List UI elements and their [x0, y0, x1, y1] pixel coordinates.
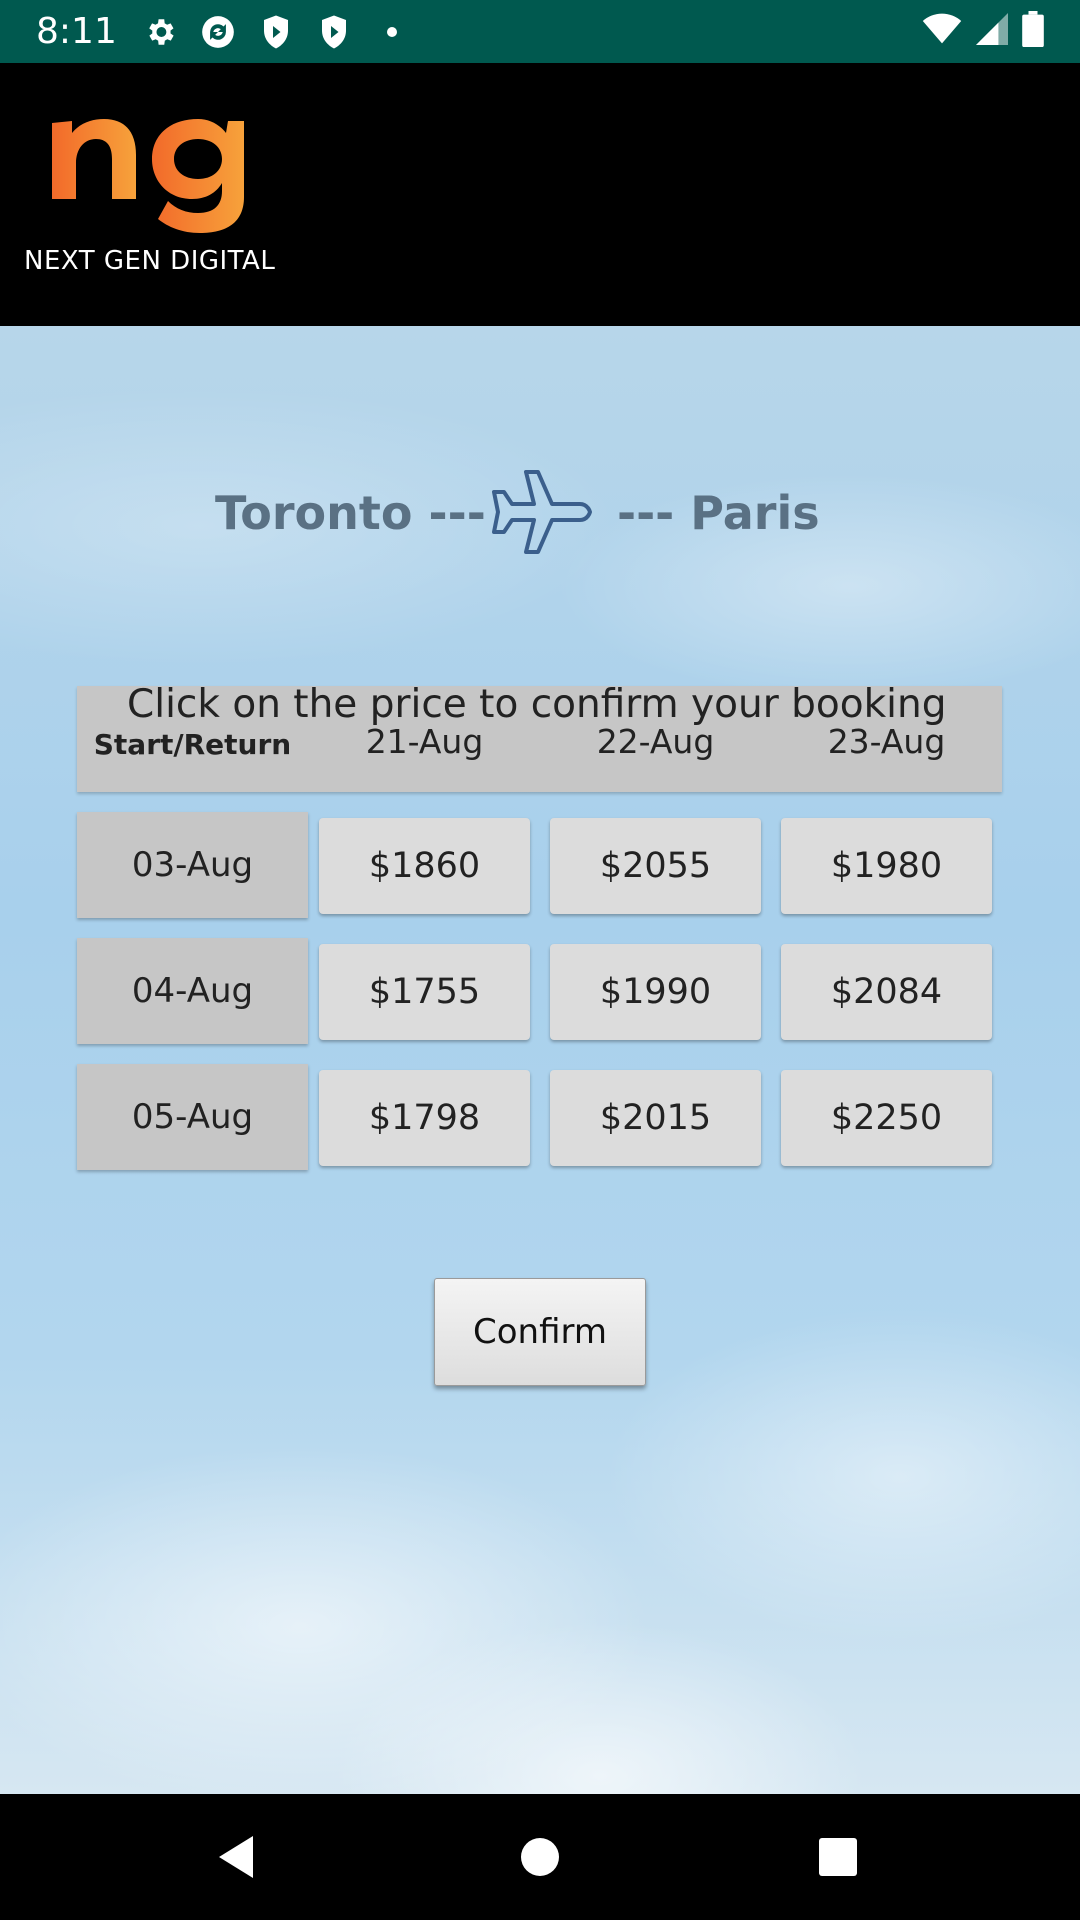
instruction-text: Click on the price to confirm your booki…: [127, 682, 947, 727]
route-destination: --- Paris: [617, 486, 820, 540]
status-time: 8:11: [36, 11, 117, 52]
navigation-bar: [0, 1794, 1080, 1920]
price-button[interactable]: $2015: [550, 1070, 761, 1166]
route-origin: Toronto ---: [215, 486, 486, 540]
settings-icon: [141, 13, 179, 51]
home-icon[interactable]: [515, 1832, 565, 1882]
app-header: NEXT GEN DIGITAL: [0, 63, 1080, 326]
system-icons: [922, 11, 1044, 52]
battery-icon: [1022, 11, 1044, 52]
sync-icon: [199, 13, 237, 51]
grid-header: Click on the price to confirm your booki…: [77, 682, 1002, 792]
return-date-header: 23-Aug: [827, 722, 946, 761]
price-button[interactable]: $1990: [550, 944, 761, 1040]
shield-play-icon: [257, 13, 295, 51]
airplane-icon: [492, 470, 592, 554]
price-button[interactable]: $2250: [781, 1070, 992, 1166]
back-icon[interactable]: [213, 1832, 263, 1882]
price-button[interactable]: $1798: [319, 1070, 530, 1166]
price-button[interactable]: $2055: [550, 818, 761, 914]
booking-screen: Toronto --- --- Paris Click on the price…: [0, 326, 1080, 1794]
shield-play-icon: [315, 13, 353, 51]
wifi-icon: [922, 13, 962, 50]
price-button[interactable]: $1860: [319, 818, 530, 914]
start-date-label: 05-Aug: [77, 1064, 308, 1170]
corner-label: Start/Return: [93, 728, 292, 761]
price-button[interactable]: $1980: [781, 818, 992, 914]
dot-icon: [373, 13, 411, 51]
confirm-button[interactable]: Confirm: [434, 1278, 646, 1386]
start-date-label: 04-Aug: [77, 938, 308, 1044]
ng-logo-icon: [52, 119, 244, 233]
price-button[interactable]: $2084: [781, 944, 992, 1040]
price-grid: Click on the price to confirm your booki…: [77, 682, 1002, 1186]
route-header: Toronto --- --- Paris: [0, 466, 1080, 566]
logo-text: NEXT GEN DIGITAL: [24, 246, 276, 276]
start-date-label: 03-Aug: [77, 812, 308, 918]
status-bar: 8:11: [0, 0, 1080, 63]
return-date-header: 22-Aug: [596, 722, 715, 761]
return-date-header: 21-Aug: [365, 722, 484, 761]
signal-icon: [976, 13, 1008, 50]
notification-icons: [141, 13, 411, 51]
logo: NEXT GEN DIGITAL: [24, 99, 284, 289]
recents-icon[interactable]: [813, 1832, 863, 1882]
price-button[interactable]: $1755: [319, 944, 530, 1040]
